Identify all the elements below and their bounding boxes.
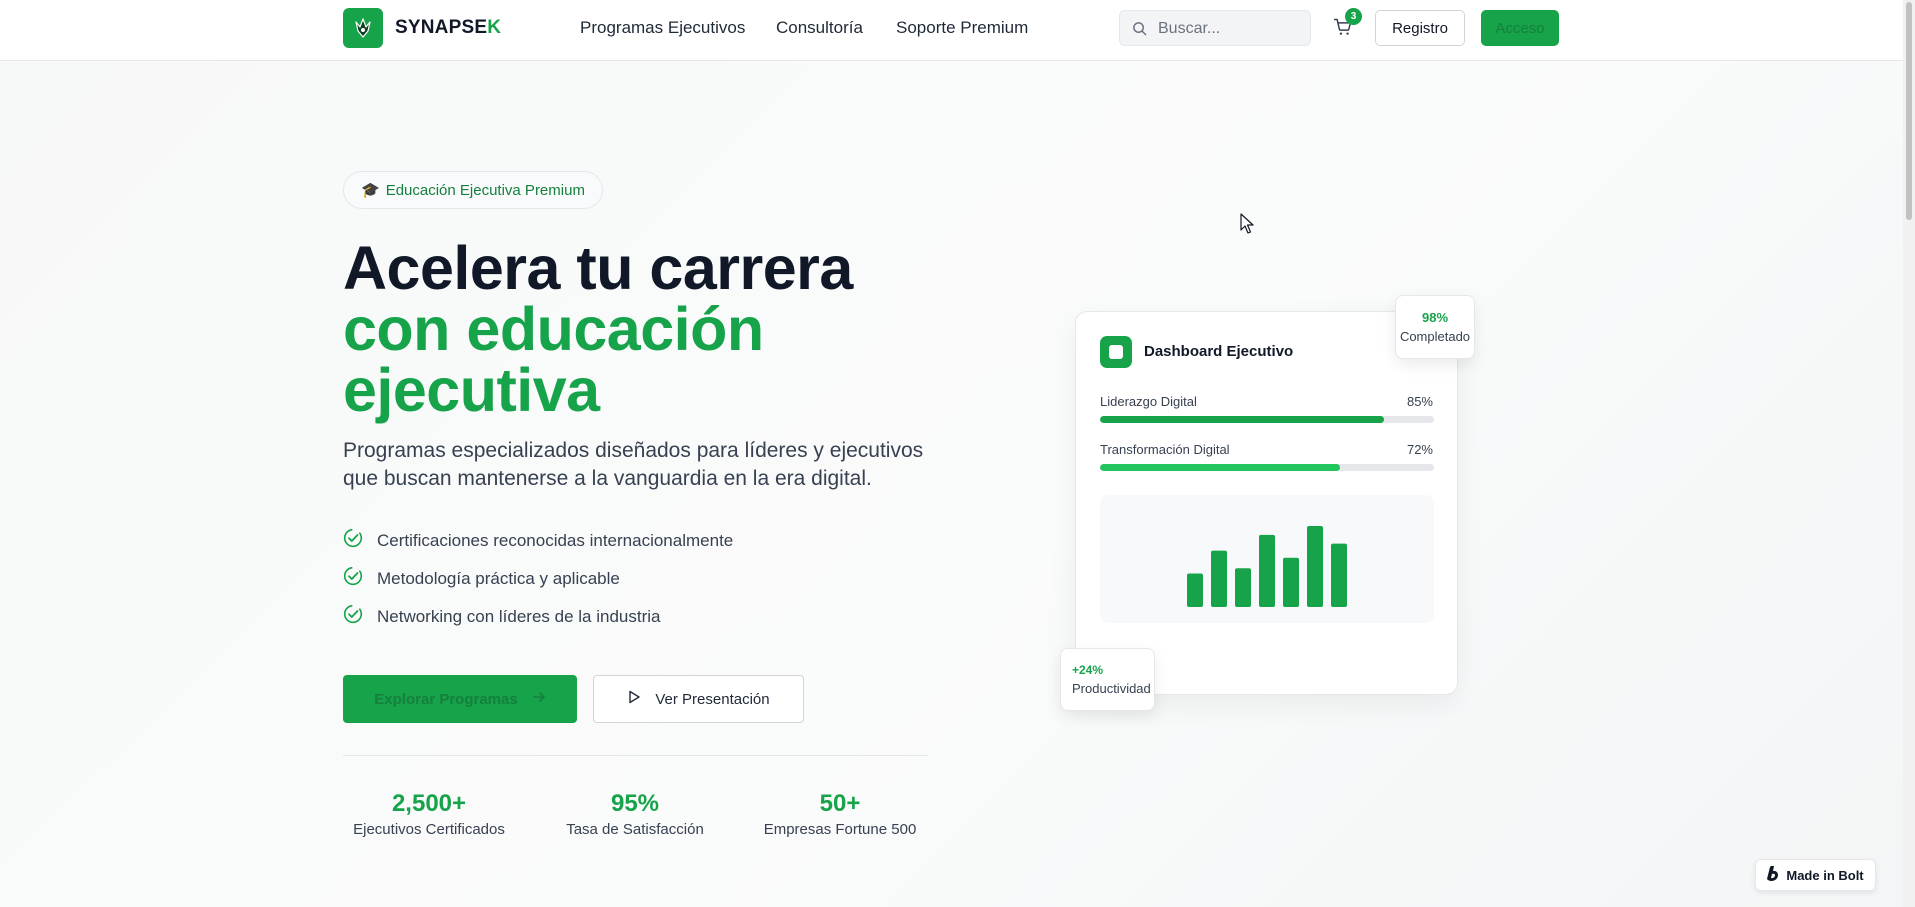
feature-item: Metodología práctica y aplicable (343, 566, 620, 591)
ver-label: Ver Presentación (655, 690, 770, 708)
mini-chart-bar (1187, 573, 1203, 607)
hero-title-line1: Acelera tu carrera (343, 234, 853, 302)
feature-item: Networking con líderes de la industria (343, 604, 660, 629)
mini-bar-chart (1100, 495, 1434, 623)
stat-fortune-500: 50+ Empresas Fortune 500 (740, 789, 940, 838)
hero-subtitle: Programas especializados diseñados para … (343, 439, 924, 490)
nav-consultoria[interactable]: Consultoría (776, 18, 863, 38)
mini-chart-bar (1259, 534, 1275, 607)
feature-label: Certificaciones reconocidas internaciona… (377, 530, 734, 550)
metric-label: Liderazgo Digital (1100, 394, 1197, 409)
bolt-logo-icon (1767, 866, 1780, 884)
scrollbar-thumb[interactable] (1906, 2, 1912, 220)
search-icon (1132, 21, 1147, 41)
badge-label: Educación Ejecutiva Premium (385, 181, 585, 199)
productivity-label: Productividad (1072, 681, 1151, 696)
feature-label: Networking con líderes de la industria (377, 606, 661, 626)
stat-ejecutivos: 2,500+ Ejecutivos Certificados (329, 789, 529, 838)
made-in-bolt-badge[interactable]: Made in Bolt (1755, 859, 1876, 891)
brand-name[interactable]: SYNAPSEK (395, 17, 501, 39)
productivity-value: +24% (1072, 663, 1104, 677)
completed-value: 98% (1421, 310, 1449, 325)
progress-fill (1100, 464, 1341, 471)
progress-bar-transformacion (1100, 464, 1434, 471)
hero-title-line3: ejecutiva (343, 356, 600, 424)
top-navbar: SYNAPSEK Programas Ejecutivos Consultorí… (0, 0, 1903, 61)
stat-value: 2,500+ (391, 790, 467, 817)
mini-chart-bar (1283, 557, 1299, 607)
nav-soporte-premium[interactable]: Soporte Premium (896, 18, 1028, 38)
stats-divider (343, 755, 928, 756)
stat-satisfaccion: 95% Tasa de Satisfacción (535, 789, 735, 838)
explorar-programas-button[interactable]: Explorar Programas (343, 675, 577, 723)
dashboard-icon (1100, 336, 1132, 368)
mini-bar-chart-svg (1187, 526, 1347, 607)
stat-value: 95% (610, 790, 660, 817)
completed-float-card: 98% Completado (1395, 295, 1475, 359)
progress-bar-liderazgo (1100, 416, 1434, 423)
metric-value: 85% (1406, 394, 1433, 409)
brand-main: SYNAPSE (395, 17, 488, 38)
acceso-button[interactable]: Acceso (1481, 10, 1559, 46)
mini-chart-bar (1211, 550, 1227, 607)
search-input[interactable] (1158, 16, 1303, 42)
explorar-label: Explorar Programas (374, 690, 518, 708)
check-circle-icon (343, 604, 363, 629)
stat-label: Tasa de Satisfacción (566, 821, 704, 838)
mini-chart-bar (1331, 543, 1347, 607)
brand-accent: K (487, 17, 502, 38)
registro-button[interactable]: Registro (1375, 10, 1465, 46)
completed-label: Completado (1399, 329, 1471, 344)
ver-presentacion-button[interactable]: Ver Presentación (593, 675, 804, 723)
stat-label: Ejecutivos Certificados (353, 821, 505, 838)
nav-programas-ejecutivos[interactable]: Programas Ejecutivos (580, 18, 745, 38)
feature-item: Certificaciones reconocidas internaciona… (343, 528, 733, 553)
cart-count-badge: 3 (1345, 8, 1362, 25)
bolt-label: Made in Bolt (1786, 867, 1864, 883)
logo-icon[interactable] (343, 8, 383, 48)
mini-chart-bar (1307, 526, 1323, 607)
search-box[interactable] (1119, 10, 1311, 46)
stat-value: 50+ (819, 790, 861, 817)
hero-title-line2: con educación (343, 295, 764, 363)
check-circle-icon (343, 566, 363, 591)
cursor-icon (1240, 213, 1256, 240)
progress-fill (1100, 416, 1384, 423)
stat-label: Empresas Fortune 500 (763, 821, 917, 838)
feature-label: Metodología práctica y aplicable (377, 568, 620, 588)
check-circle-icon (343, 528, 363, 553)
premium-badge: 🎓 Educación Ejecutiva Premium (343, 171, 603, 209)
arrow-right-icon (532, 690, 546, 708)
mini-chart-bar (1235, 568, 1251, 607)
metric-label: Transformación Digital (1100, 442, 1230, 457)
graduation-cap-icon: 🎓 (361, 182, 380, 199)
dashboard-card: Dashboard Ejecutivo Liderazgo Digital 85… (1075, 311, 1458, 695)
metric-value: 72% (1406, 442, 1433, 457)
productivity-float-card: +24% Productividad (1060, 648, 1155, 711)
hero-title: Acelera tu carrera con educación ejecuti… (343, 238, 853, 421)
dashboard-title: Dashboard Ejecutivo (1144, 343, 1294, 360)
play-icon (627, 690, 641, 708)
